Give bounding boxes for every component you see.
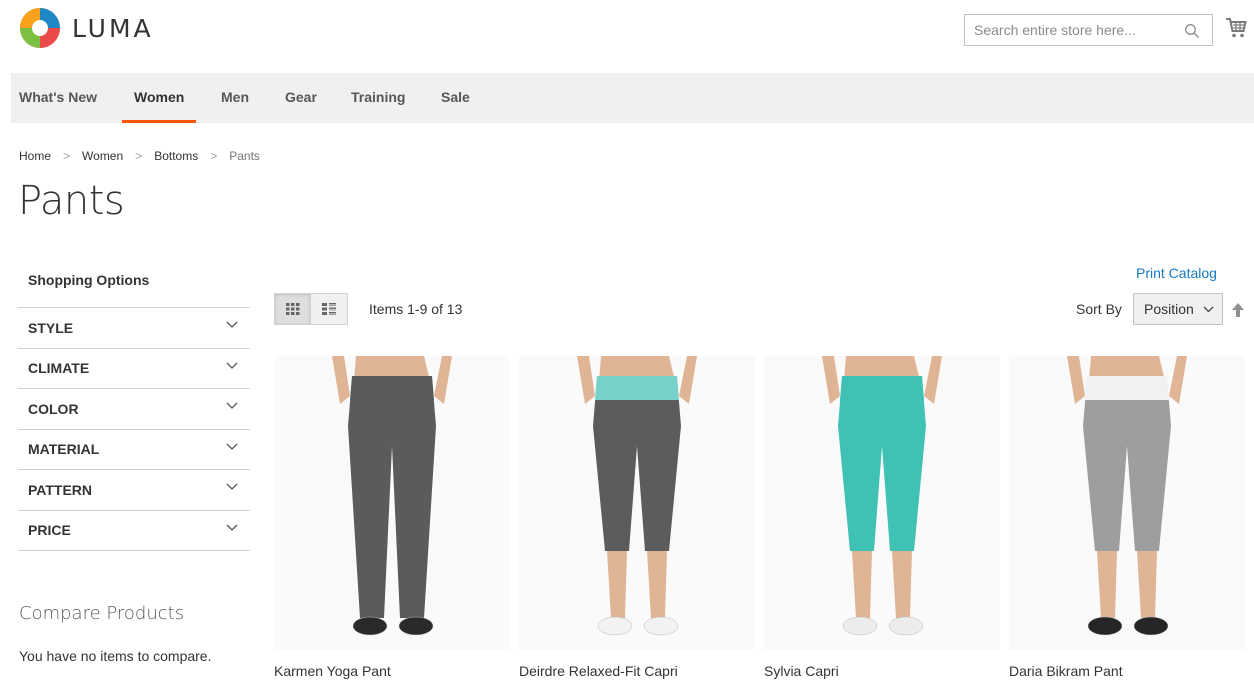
page-title: Pants [18, 178, 125, 224]
search-input[interactable] [974, 22, 1174, 38]
calf-shape [647, 551, 667, 618]
breadcrumb-current: Pants [229, 149, 260, 163]
shoe-shape [597, 616, 633, 636]
arm-shape [577, 356, 595, 404]
chevron-down-icon [1203, 306, 1214, 313]
chevron-down-icon [226, 524, 238, 531]
breadcrumb-bottoms[interactable]: Bottoms [154, 149, 198, 163]
compare-products-title: Compare Products [19, 603, 185, 624]
nav-item-training[interactable]: Training [351, 73, 405, 123]
grid-view-icon [285, 303, 299, 315]
waistband-shape [1085, 376, 1169, 400]
filter-climate[interactable]: Climate [18, 349, 250, 389]
shoe-shape [643, 616, 679, 636]
arm-shape [332, 356, 350, 404]
shoe-shape [398, 616, 434, 636]
list-view-button[interactable] [311, 293, 348, 325]
items-count: Items 1-9 of 13 [369, 301, 463, 317]
filter-color[interactable]: Color [18, 389, 250, 430]
calf-shape [1137, 551, 1157, 618]
sort-by-label: Sort By [1076, 301, 1122, 317]
nav-item-sale[interactable]: Sale [441, 73, 470, 123]
breadcrumb: Home > Women > Bottoms > Pants [19, 149, 260, 163]
filter-list: Style Climate Color Material Pattern Pri… [18, 307, 250, 551]
calf-shape [852, 551, 872, 618]
pants-shape [348, 378, 436, 618]
shoe-shape [352, 616, 388, 636]
filter-label: Material [28, 441, 100, 458]
product-item: Sylvia Capri [764, 356, 1000, 679]
nav-item-women[interactable]: Women [121, 73, 197, 123]
pants-shape [593, 378, 681, 551]
product-item: Daria Bikram Pant [1009, 356, 1245, 679]
filter-price[interactable]: Price [18, 511, 250, 551]
filter-label: Climate [28, 360, 90, 377]
compare-empty-message: You have no items to compare. [19, 648, 212, 664]
shopping-options-heading: Shopping Options [28, 272, 150, 288]
chevron-down-icon [226, 443, 238, 450]
filter-pattern[interactable]: Pattern [18, 470, 250, 511]
waistband-shape [595, 376, 679, 400]
product-image[interactable] [764, 356, 1000, 650]
pants-shape [838, 378, 926, 551]
breadcrumb-home[interactable]: Home [19, 149, 51, 163]
shoe-shape [842, 616, 878, 636]
product-name-link[interactable]: Sylvia Capri [764, 663, 1000, 679]
breadcrumb-separator: > [63, 149, 71, 163]
store-logo[interactable]: LUMA [18, 6, 154, 50]
pants-shape [1083, 378, 1171, 551]
arm-shape [679, 356, 697, 404]
breadcrumb-separator: > [210, 149, 218, 163]
arm-shape [434, 356, 452, 404]
filter-style[interactable]: Style [18, 308, 250, 349]
arm-shape [924, 356, 942, 404]
filter-label: Pattern [28, 481, 93, 498]
sort-direction-arrow-icon[interactable] [1232, 303, 1244, 317]
arm-shape [1169, 356, 1187, 404]
shoe-shape [888, 616, 924, 636]
calf-shape [892, 551, 912, 618]
arm-shape [1067, 356, 1085, 404]
filter-label: Price [28, 522, 71, 539]
shoe-shape [1133, 616, 1169, 636]
chevron-down-icon [226, 321, 238, 328]
product-name-link[interactable]: Deirdre Relaxed-Fit Capri [519, 663, 755, 679]
product-image[interactable] [274, 356, 510, 650]
arm-shape [822, 356, 840, 404]
product-image[interactable] [1009, 356, 1245, 650]
search-box[interactable] [964, 14, 1213, 46]
shoe-shape [1087, 616, 1123, 636]
product-item: Karmen Yoga Pant [274, 356, 510, 679]
nav-item-gear[interactable]: Gear [285, 73, 317, 123]
nav-item-men[interactable]: Men [221, 73, 249, 123]
logo-text: LUMA [72, 13, 154, 43]
product-item: Deirdre Relaxed-Fit Capri [519, 356, 755, 679]
waistband-shape [840, 376, 924, 400]
calf-shape [607, 551, 627, 618]
chevron-down-icon [226, 362, 238, 369]
filter-material[interactable]: Material [18, 430, 250, 470]
view-mode-switcher [274, 293, 348, 325]
chevron-down-icon [226, 483, 238, 490]
print-catalog-link[interactable]: Print Catalog [1136, 265, 1217, 281]
list-view-icon [322, 303, 336, 315]
cart-icon[interactable] [1225, 16, 1247, 40]
product-image[interactable] [519, 356, 755, 650]
logo-icon [20, 8, 60, 48]
product-name-link[interactable]: Daria Bikram Pant [1009, 663, 1245, 679]
breadcrumb-separator: > [135, 149, 143, 163]
search-icon[interactable] [1184, 23, 1200, 39]
chevron-down-icon [226, 402, 238, 409]
waistband-shape [350, 376, 434, 400]
product-name-link[interactable]: Karmen Yoga Pant [274, 663, 510, 679]
calf-shape [1097, 551, 1117, 618]
sort-by-value: Position [1144, 301, 1194, 317]
nav-item-whats-new[interactable]: What's New [19, 73, 97, 123]
breadcrumb-women[interactable]: Women [82, 149, 123, 163]
sort-by-select[interactable]: Position [1133, 293, 1223, 325]
grid-view-button[interactable] [274, 293, 311, 325]
filter-label: Style [28, 319, 74, 336]
main-navigation: What's New Women Men Gear Training Sale [11, 73, 1254, 123]
filter-label: Color [28, 400, 79, 417]
